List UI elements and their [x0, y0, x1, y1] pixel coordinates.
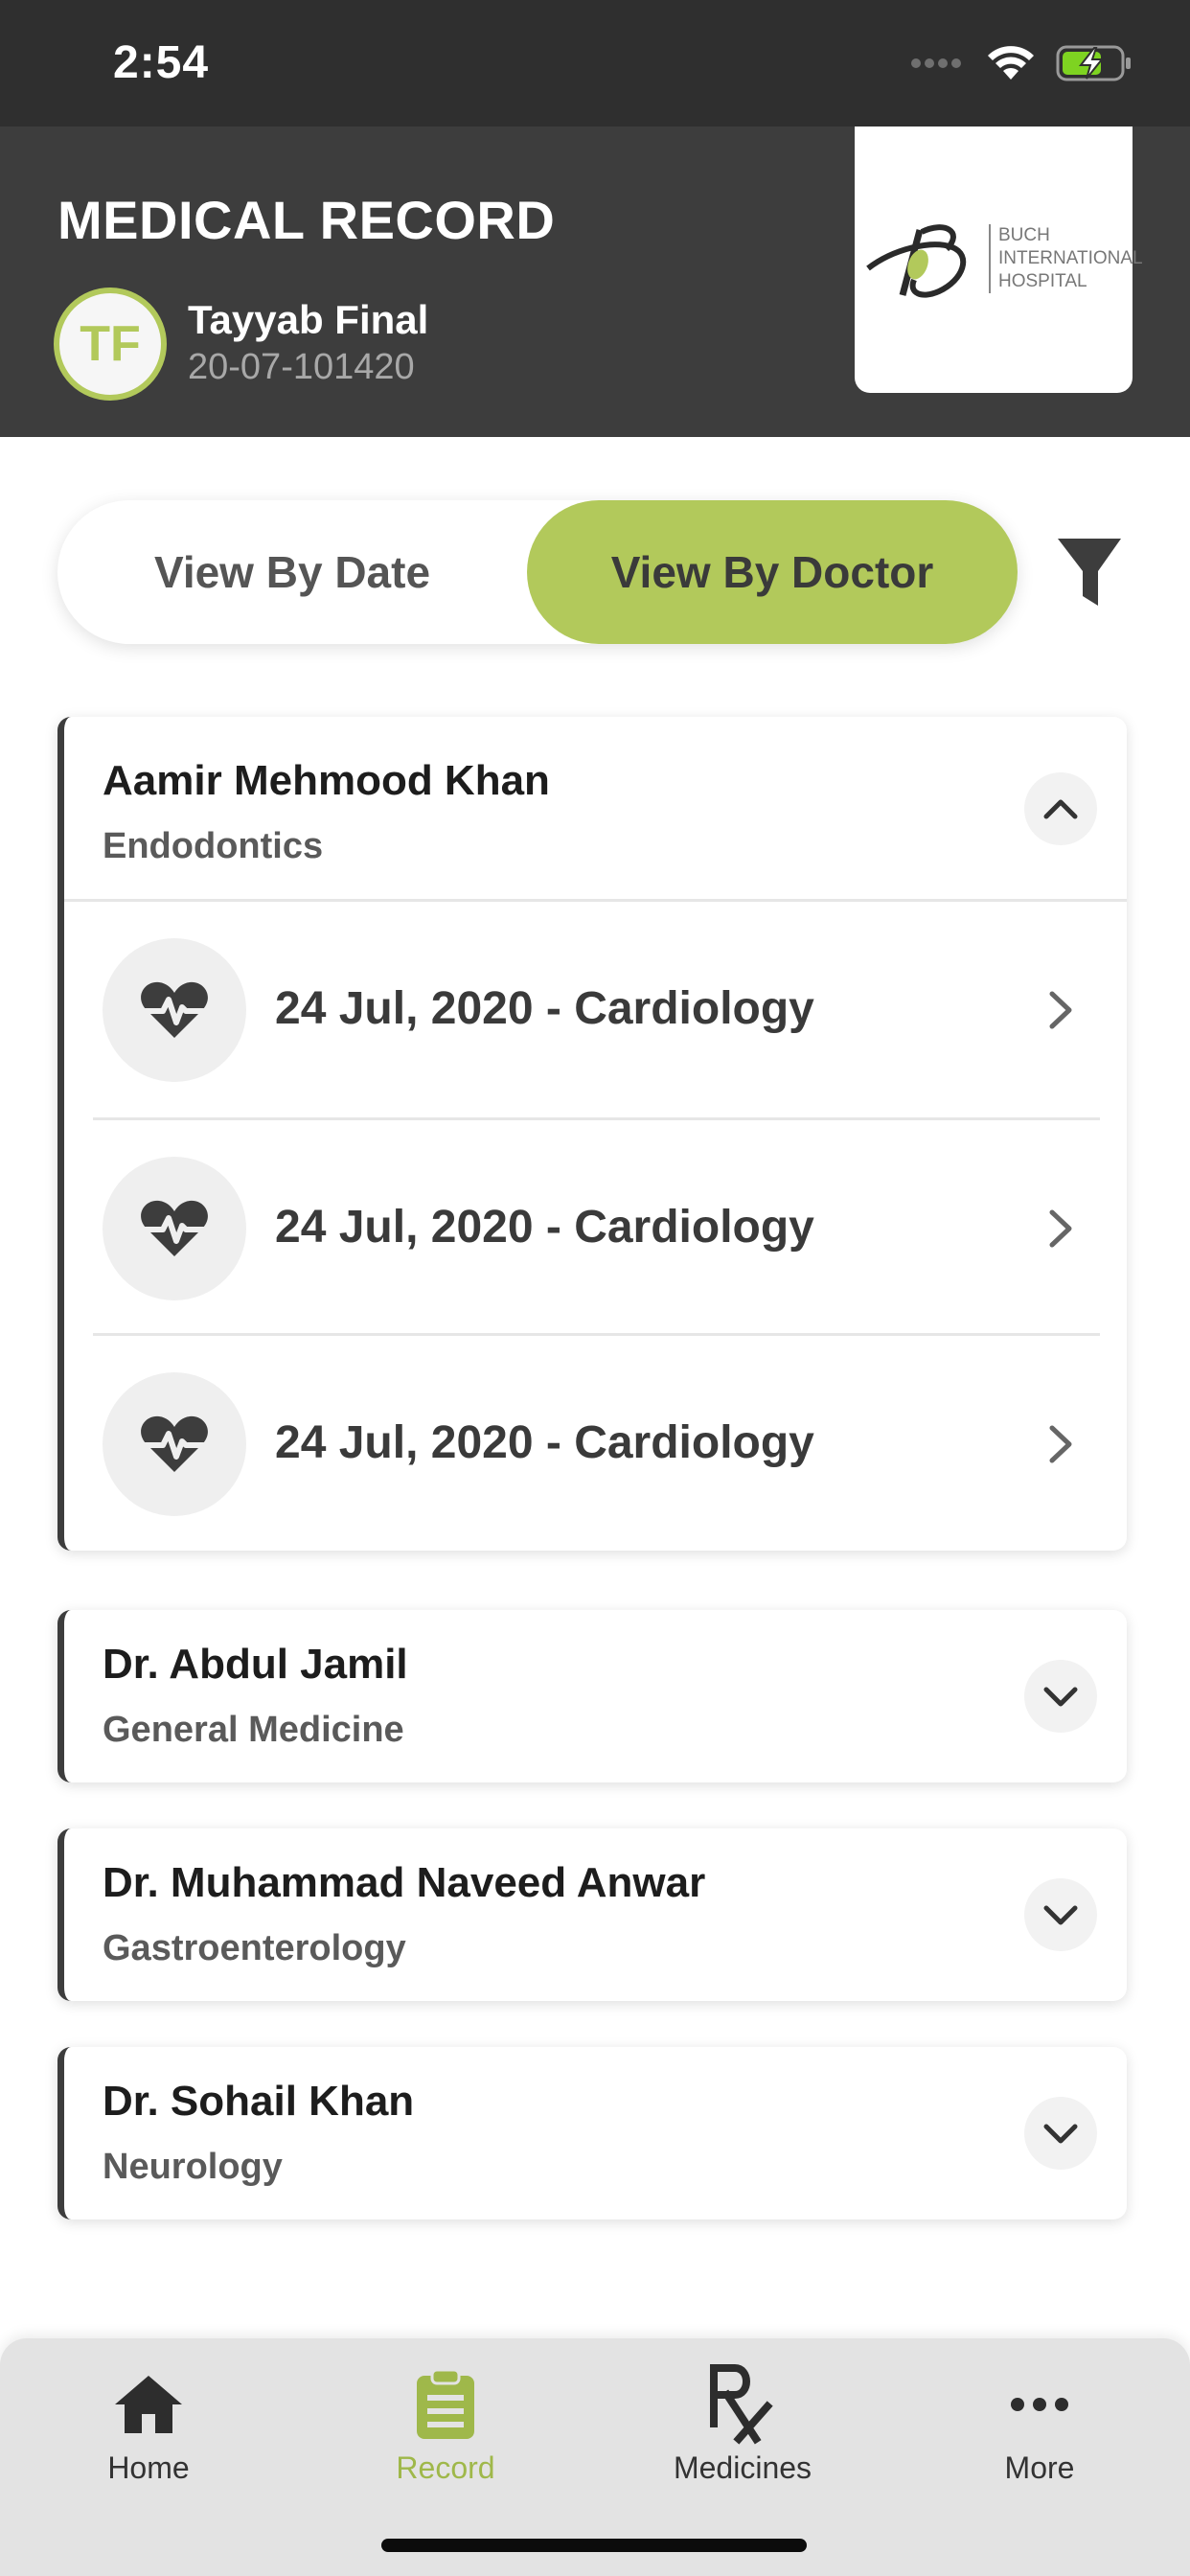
doctor-card[interactable]: Dr. Sohail Khan Neurology	[57, 2047, 1127, 2220]
rx-icon	[699, 2361, 786, 2448]
heart-pulse-icon	[103, 938, 246, 1082]
doctor-specialty: Neurology	[103, 2147, 283, 2187]
home-icon	[105, 2361, 192, 2448]
view-by-date-button[interactable]: View By Date	[57, 500, 527, 644]
doctor-card-header[interactable]: Aamir Mehmood Khan Endodontics	[64, 717, 1127, 899]
patient-name: Tayyab Final	[188, 297, 429, 342]
home-indicator	[381, 2539, 807, 2552]
tab-more[interactable]: More	[891, 2338, 1188, 2511]
tab-label: Record	[396, 2450, 495, 2485]
record-item[interactable]: 24 Jul, 2020 - Cardiology	[93, 1333, 1100, 1549]
patient-id: 20-07-101420	[188, 347, 415, 387]
chevron-up-icon	[1043, 799, 1078, 819]
chevron-right-icon	[1049, 991, 1072, 1029]
page-title: MEDICAL RECORD	[57, 190, 556, 250]
heart-pulse-icon	[103, 1157, 246, 1300]
doctor-name: Aamir Mehmood Khan	[103, 757, 550, 804]
logo-line-2: INTERNATIONAL	[998, 248, 1143, 268]
collapse-button[interactable]	[1024, 772, 1097, 845]
cellular-signal-icon	[911, 58, 961, 68]
more-icon	[996, 2361, 1083, 2448]
tab-home[interactable]: Home	[0, 2338, 297, 2511]
chevron-right-icon	[1049, 1425, 1072, 1463]
chevron-down-icon	[1043, 1905, 1078, 1925]
hospital-logo: BUCH INTERNATIONAL HOSPITAL	[855, 126, 1143, 393]
heart-pulse-icon	[103, 1372, 246, 1516]
status-bar: 2:54	[0, 0, 1190, 126]
doctor-card-header[interactable]: Dr. Muhammad Naveed Anwar Gastroenterolo…	[64, 1828, 1127, 2001]
doctor-card[interactable]: Dr. Muhammad Naveed Anwar Gastroenterolo…	[57, 1828, 1127, 2001]
tab-record[interactable]: Record	[297, 2338, 594, 2511]
doctor-name: Dr. Abdul Jamil	[103, 1641, 408, 1688]
wifi-icon	[988, 46, 1034, 80]
chevron-down-icon	[1043, 2124, 1078, 2144]
expand-button[interactable]	[1024, 1660, 1097, 1733]
battery-charging-icon	[1056, 45, 1131, 81]
avatar[interactable]: TF	[54, 288, 167, 401]
view-toggle: View By Date View By Doctor	[57, 500, 1018, 644]
view-by-doctor-button[interactable]: View By Doctor	[527, 500, 1018, 644]
logo-mark-icon	[866, 224, 967, 298]
record-label: 24 Jul, 2020 - Cardiology	[275, 1202, 814, 1253]
clipboard-icon	[402, 2361, 489, 2448]
record-item[interactable]: 24 Jul, 2020 - Cardiology	[93, 1117, 1100, 1333]
doctor-specialty: General Medicine	[103, 1710, 404, 1750]
tab-label: Home	[107, 2450, 190, 2485]
doctor-card-header[interactable]: Dr. Abdul Jamil General Medicine	[64, 1610, 1127, 1782]
status-time: 2:54	[113, 37, 210, 88]
tab-medicines[interactable]: Medicines	[594, 2338, 891, 2511]
tab-label: More	[1004, 2450, 1075, 2485]
filter-button[interactable]	[1054, 533, 1125, 611]
status-icons	[910, 44, 1133, 82]
record-label: 24 Jul, 2020 - Cardiology	[275, 1417, 814, 1468]
doctor-name: Dr. Sohail Khan	[103, 2078, 415, 2125]
doctor-card-header[interactable]: Dr. Sohail Khan Neurology	[64, 2047, 1127, 2220]
filter-icon	[1058, 539, 1121, 606]
chevron-down-icon	[1043, 1687, 1078, 1707]
doctor-specialty: Gastroenterology	[103, 1928, 406, 1968]
record-item[interactable]: 24 Jul, 2020 - Cardiology	[93, 902, 1100, 1117]
record-list: 24 Jul, 2020 - Cardiology 24 Jul, 2020 -…	[64, 899, 1127, 1549]
expand-button[interactable]	[1024, 2097, 1097, 2170]
expand-button[interactable]	[1024, 1878, 1097, 1951]
logo-line-1: BUCH	[998, 225, 1050, 245]
logo-line-3: HOSPITAL	[998, 271, 1087, 291]
doctor-name: Dr. Muhammad Naveed Anwar	[103, 1859, 706, 1906]
doctor-card[interactable]: Dr. Abdul Jamil General Medicine	[57, 1610, 1127, 1782]
tab-label: Medicines	[673, 2450, 812, 2485]
chevron-right-icon	[1049, 1209, 1072, 1248]
record-label: 24 Jul, 2020 - Cardiology	[275, 983, 814, 1034]
doctor-card: Aamir Mehmood Khan Endodontics 24 Jul, 2…	[57, 717, 1127, 1551]
logo-text: BUCH INTERNATIONAL HOSPITAL	[989, 224, 1143, 293]
doctor-specialty: Endodontics	[103, 826, 324, 866]
